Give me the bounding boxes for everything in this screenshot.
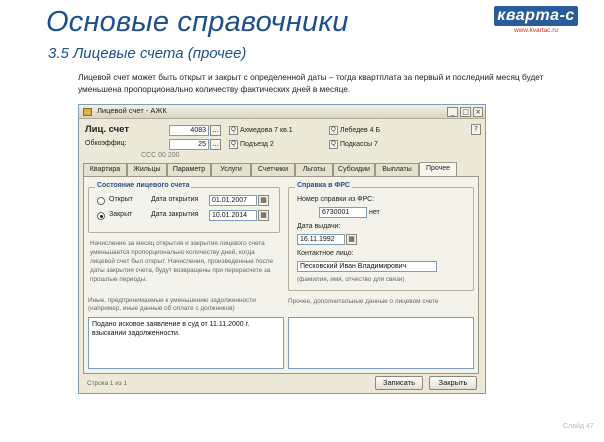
pfr-date-label: Дата выдачи: [297, 223, 341, 230]
account-number-field[interactable]: 4083 [169, 125, 209, 136]
search-icon: Q [329, 126, 338, 135]
tab-services[interactable]: Услуги [211, 163, 251, 176]
tab-benefits[interactable]: Льготы [295, 163, 333, 176]
tab-subsidies[interactable]: Субсидии [333, 163, 375, 176]
account-window: Лицевой счет - АЖК _ □ × Лиц. счет 4083 … [78, 104, 486, 394]
ratio-field[interactable]: 25 [169, 139, 209, 150]
app-icon [83, 108, 92, 116]
minimize-icon[interactable]: _ [447, 107, 458, 117]
search-icon: Q [229, 140, 238, 149]
search-icon: Q [229, 126, 238, 135]
window-title: Лицевой счет - АЖК [97, 106, 167, 115]
slide-title: Основые справочники [46, 6, 349, 38]
account-select-button[interactable]: … [210, 125, 221, 136]
tab-meters[interactable]: Счетчики [251, 163, 295, 176]
pfr-group-title: Справка в ФРС [295, 182, 352, 189]
tab-panel-other: Состояние лицевого счета Открыт Закрыт Д… [83, 176, 479, 374]
open-date-field[interactable]: 01.01.2007 [209, 195, 257, 206]
calendar-icon[interactable]: ▦ [258, 195, 269, 206]
window-titlebar[interactable]: Лицевой счет - АЖК _ □ × [79, 105, 485, 119]
slide-description: Лицевой счет может быть открыт и закрыт … [78, 72, 544, 94]
slide-subtitle: 3.5 Лицевые счета (прочее) [48, 45, 247, 62]
close-icon[interactable]: × [473, 107, 483, 117]
radio-open[interactable] [97, 197, 105, 205]
account-label: Лиц. счет [85, 124, 129, 135]
pfr-date-field[interactable]: 16.11.1992 [297, 234, 345, 245]
group-a-reference[interactable]: Q Лебедев 4 Б [329, 125, 380, 136]
street-value: Ахмедова 7 кв.1 [240, 127, 293, 134]
ratio-label: Обкоэффиц: [85, 140, 127, 147]
tab-payments[interactable]: Выплаты [375, 163, 419, 176]
help-icon[interactable]: ? [471, 124, 481, 135]
status-group: Состояние лицевого счета Открыт Закрыт Д… [88, 182, 280, 233]
maximize-icon[interactable]: □ [460, 107, 471, 117]
tab-other[interactable]: Прочее [419, 162, 457, 176]
reasons-textarea[interactable]: Подано исковое заявление в суд от 11.11.… [88, 317, 284, 369]
logo-text: кварта-с [494, 6, 578, 26]
header-date: ССС 00 200 [141, 152, 180, 159]
company-logo: кварта-с www.kvartac.ru [494, 6, 578, 38]
group-b-value: Подкассы 7 [340, 141, 378, 148]
logo-subtext: www.kvartac.ru [513, 27, 559, 34]
pfr-number-suffix: нет [369, 209, 380, 216]
group-b-reference[interactable]: Q Подкассы 7 [329, 139, 378, 150]
calendar-icon[interactable]: ▦ [258, 210, 269, 221]
proration-note: Начисление за месяц открытия и закрытия … [90, 240, 274, 283]
open-date-label: Дата открытия [151, 196, 199, 203]
contact-label: Контактное лицо: [297, 250, 354, 257]
radio-open-label: Открыт [109, 196, 133, 203]
tab-apartment[interactable]: Квартира [83, 163, 127, 176]
remarks-textarea[interactable] [288, 317, 474, 369]
pfr-group: Справка в ФРС Номер справки из ФРС: 6730… [288, 182, 474, 291]
group-a-value: Лебедев 4 Б [340, 127, 381, 134]
tab-parameters[interactable]: Параметр [167, 163, 211, 176]
pfr-number-label: Номер справки из ФРС: [297, 196, 375, 203]
calendar-icon[interactable]: ▦ [346, 234, 357, 245]
search-icon: Q [329, 140, 338, 149]
radio-closed[interactable] [97, 212, 105, 220]
close-date-label: Дата закрытия [151, 211, 199, 218]
footer-status: Строка 1 из 1 [87, 380, 128, 387]
remarks-label: Прочее, дополнительные данные о лицевом … [288, 298, 439, 305]
contact-note: (фамилия, имя, отчество для связи) [297, 276, 405, 283]
save-button[interactable]: Записать [375, 376, 423, 390]
pfr-number-field[interactable]: 6730001 [319, 207, 367, 218]
status-group-title: Состояние лицевого счета [95, 182, 192, 189]
contact-field[interactable]: Песковский Иван Владимирович [297, 261, 437, 272]
street-reference[interactable]: Q Ахмедова 7 кв.1 [229, 125, 293, 136]
house-value: Подъезд 2 [240, 141, 274, 148]
page-number: Слайд 47 [563, 423, 594, 430]
close-button[interactable]: Закрыть [429, 376, 477, 390]
close-date-field[interactable]: 10.01.2014 [209, 210, 257, 221]
house-reference[interactable]: Q Подъезд 2 [229, 139, 274, 150]
reasons-label: Иные, предпринимаемые к уменьшению задол… [88, 297, 256, 312]
tab-residents[interactable]: Жильцы [127, 163, 167, 176]
ratio-select-button[interactable]: … [210, 139, 221, 150]
radio-closed-label: Закрыт [109, 211, 133, 218]
